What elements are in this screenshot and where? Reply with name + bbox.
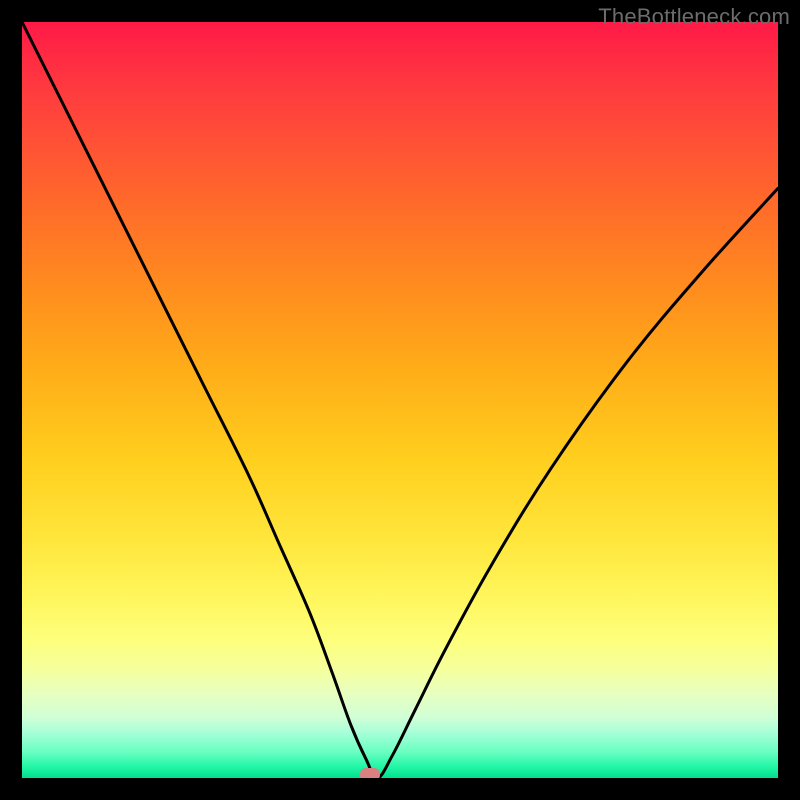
plot-area bbox=[22, 22, 778, 778]
bottleneck-curve-path bbox=[22, 22, 778, 778]
minimum-marker bbox=[360, 768, 380, 778]
chart-frame: TheBottleneck.com bbox=[0, 0, 800, 800]
curve-svg bbox=[22, 22, 778, 778]
watermark-text: TheBottleneck.com bbox=[598, 4, 790, 30]
